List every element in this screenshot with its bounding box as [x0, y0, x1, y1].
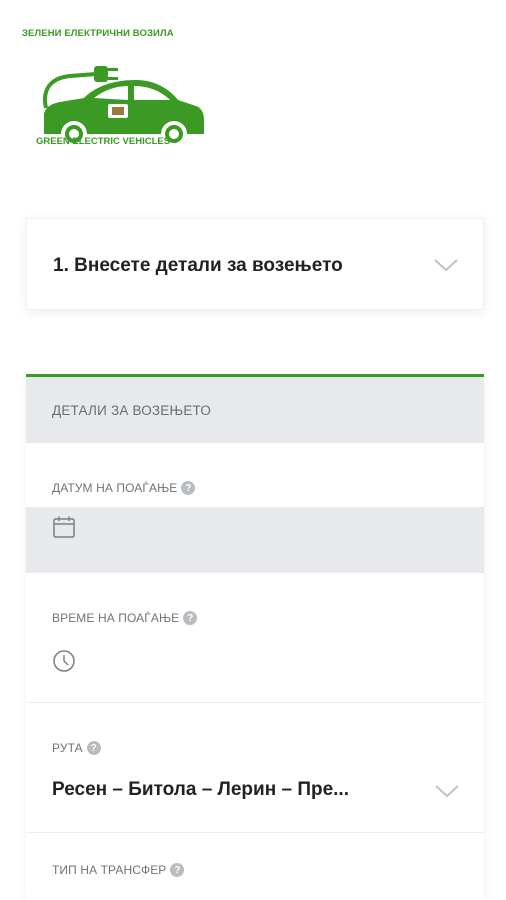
brand-logo[interactable]: ЗЕЛЕНИ ЕЛЕКТРИЧНИ ВОЗИЛА GREEN ELECTRIC … [18, 24, 228, 154]
question-icon[interactable]: ? [181, 481, 196, 495]
logo-bottom-text: GREEN ELECTRIC VEHICLES [36, 136, 171, 147]
departure-time-label: ВРЕМЕ НА ПОАЃАЊЕ ? [52, 611, 198, 625]
departure-time-field: ВРЕМЕ НА ПОАЃАЊЕ ? [26, 573, 484, 703]
car-plug-logo-icon [43, 66, 204, 147]
ride-details-panel: ДЕТАЛИ ЗА ВОЗЕЊЕТО ДАТУМ НА ПОАЃАЊЕ ? ВР… [26, 374, 484, 900]
question-icon[interactable]: ? [170, 863, 185, 877]
transfer-type-field: ТИП НА ТРАНСФЕР ? [26, 833, 484, 900]
departure-date-label: ДАТУМ НА ПОАЃАЊЕ ? [52, 481, 196, 495]
panel-header: ДЕТАЛИ ЗА ВОЗЕЊЕТО [26, 377, 484, 443]
chevron-down-icon[interactable] [434, 781, 460, 801]
question-icon[interactable]: ? [183, 611, 198, 625]
step-1-accordion-header[interactable]: 1. Внесете детали за возењето [26, 218, 484, 310]
step-title: 1. Внесете детали за возењето [53, 255, 343, 276]
departure-time-label-text: ВРЕМЕ НА ПОАЃАЊЕ [52, 611, 180, 625]
route-select-value[interactable]: Ресен – Битола – Лерин – Пре... [52, 779, 432, 801]
route-label-text: РУТА [52, 741, 83, 755]
transfer-type-label: ТИП НА ТРАНСФЕР ? [52, 863, 185, 877]
departure-date-label-text: ДАТУМ НА ПОАЃАЊЕ [52, 481, 178, 495]
departure-date-input[interactable] [26, 507, 484, 573]
departure-date-field: ДАТУМ НА ПОАЃАЊЕ ? [26, 443, 484, 573]
calendar-icon [53, 516, 75, 538]
question-icon[interactable]: ? [86, 741, 101, 755]
chevron-down-icon[interactable] [433, 255, 459, 275]
route-field[interactable]: РУТА ? Ресен – Битола – Лерин – Пре... [26, 703, 484, 833]
transfer-type-label-text: ТИП НА ТРАНСФЕР [52, 863, 167, 877]
clock-icon[interactable] [52, 649, 76, 673]
route-label: РУТА ? [52, 741, 101, 755]
